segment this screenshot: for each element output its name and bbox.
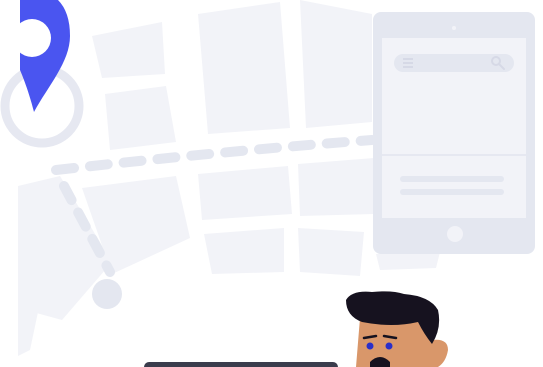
map-block — [92, 22, 165, 78]
map-illustration — [0, 0, 543, 367]
map-block — [376, 252, 440, 270]
map-pin-icon — [13, 0, 70, 112]
person-eye — [366, 342, 374, 350]
phone-home-button — [447, 226, 463, 242]
laptop — [144, 362, 338, 367]
phone-text-line — [400, 189, 504, 195]
map-block — [298, 158, 374, 216]
map-block — [198, 166, 292, 220]
phone-camera — [452, 26, 456, 30]
smartphone — [373, 12, 535, 254]
person — [346, 291, 448, 367]
person-eye — [385, 342, 393, 350]
map-block — [198, 2, 290, 134]
illustration-canvas — [0, 0, 535, 367]
map-block — [300, 0, 372, 128]
phone-screen-divider — [382, 154, 526, 156]
route-end-dot — [92, 279, 122, 309]
map-block — [204, 228, 284, 274]
map-block — [298, 228, 364, 276]
phone-text-line — [400, 176, 504, 182]
map-block — [105, 86, 176, 150]
